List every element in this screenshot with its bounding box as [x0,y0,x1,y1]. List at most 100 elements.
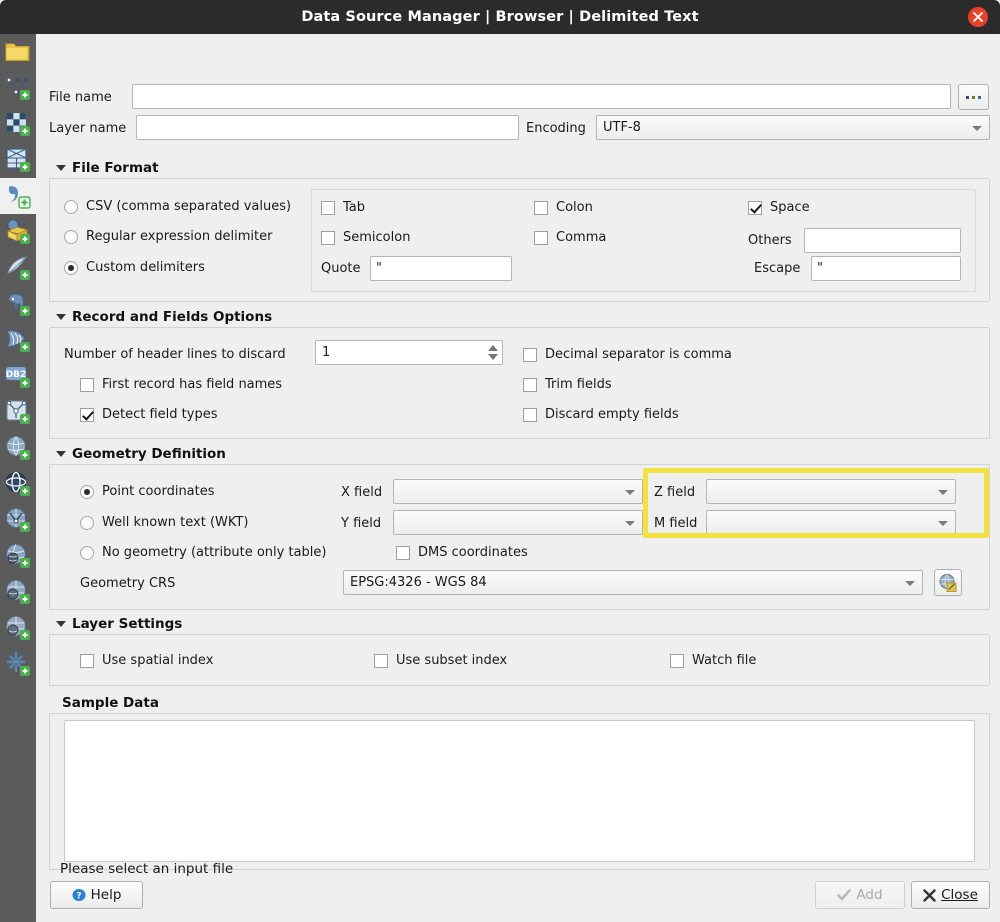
globe-arcgis-feature-add-icon [5,615,31,641]
radio-point-coordinates[interactable]: Point coordinates [80,484,215,499]
sidebar-item-wcs[interactable] [0,466,36,502]
check-tab[interactable]: Tab [321,200,365,215]
spin-down-icon[interactable] [488,354,498,360]
select-crs-button[interactable] [934,569,962,596]
sample-data-table[interactable] [64,720,975,862]
vector-add-icon [5,75,31,101]
sidebar-item-postgresql[interactable] [0,286,36,322]
check-first-record-field-names[interactable]: First record has field names [80,377,282,392]
sidebar-item-spatialite[interactable] [0,250,36,286]
checkbox-indicator [80,408,94,422]
check-watch-file[interactable]: Watch file [670,653,756,668]
check-first-record-label: First record has field names [102,377,282,392]
check-spatial-index-label: Use spatial index [102,653,213,668]
spin-up-icon[interactable] [488,345,498,351]
radio-no-geometry[interactable]: No geometry (attribute only table) [80,545,326,560]
z-field-combo[interactable] [706,479,956,504]
close-label-text: Close [941,887,978,903]
delimited-text-panel: File name Layer name Encoding UTF-8 File… [36,34,1000,922]
file-format-header[interactable]: File Format [56,160,159,176]
sidebar-item-mssql[interactable] [0,322,36,358]
geometry-definition-header[interactable]: Geometry Definition [56,446,226,462]
sidebar-item-ows[interactable] [0,538,36,574]
check-colon[interactable]: Colon [534,200,593,215]
check-tab-label: Tab [343,200,365,215]
checkbox-indicator [670,654,684,668]
geometry-definition-title: Geometry Definition [72,446,226,462]
help-button[interactable]: ? Help [50,881,143,909]
source-type-sidebar[interactable]: DB2 [0,34,36,922]
check-discard-empty-fields[interactable]: Discard empty fields [523,407,679,422]
collapse-triangle-icon [56,451,66,457]
oracle-add-icon [5,399,31,425]
x-field-combo[interactable] [393,479,643,504]
sidebar-item-browser[interactable] [0,34,36,70]
header-lines-label: Number of header lines to discard [64,347,286,362]
sample-data-title: Sample Data [62,695,159,711]
sidebar-item-arcgis-feature[interactable] [0,610,36,646]
check-decimal-separator-comma[interactable]: Decimal separator is comma [523,347,732,362]
check-comma[interactable]: Comma [534,230,606,245]
check-dms-label: DMS coordinates [418,545,528,560]
sidebar-item-vector[interactable] [0,70,36,106]
header-lines-value: 1 [322,345,330,360]
sidebar-item-wfs[interactable] [0,502,36,538]
spin-buttons[interactable] [486,343,500,362]
encoding-label: Encoding [526,121,586,136]
globe-wms-add-icon [5,435,31,461]
file-name-label: File name [49,90,112,105]
close-button[interactable]: Close [911,881,990,909]
check-space[interactable]: Space [748,200,810,215]
sidebar-item-wms[interactable] [0,430,36,466]
check-semicolon[interactable]: Semicolon [321,230,410,245]
checkbox-indicator [321,231,335,245]
quote-input[interactable] [370,256,512,281]
check-dms-coordinates[interactable]: DMS coordinates [396,545,528,560]
geonode-add-icon [5,651,31,677]
db2-add-icon: DB2 [5,363,31,389]
sidebar-item-oracle[interactable] [0,394,36,430]
sidebar-item-geopackage[interactable] [0,214,36,250]
browse-file-button[interactable] [958,84,989,110]
radio-wkt[interactable]: Well known text (WKT) [80,515,248,530]
y-field-combo[interactable] [393,510,643,535]
geometry-crs-combo[interactable]: EPSG:4326 - WGS 84 [343,570,923,595]
checkbox-indicator [321,201,335,215]
check-use-spatial-index[interactable]: Use spatial index [80,653,213,668]
file-name-input[interactable] [132,84,951,109]
others-input[interactable] [804,228,961,253]
sidebar-item-raster[interactable] [0,106,36,142]
m-field-combo[interactable] [706,510,956,535]
sidebar-item-db2[interactable]: DB2 [0,358,36,394]
sidebar-item-arcgis-map[interactable] [0,574,36,610]
checkbox-indicator [396,546,410,560]
checkbox-indicator [523,378,537,392]
header-lines-spinbox[interactable]: 1 [315,340,503,365]
checkbox-indicator [80,378,94,392]
chevron-down-icon [625,521,635,526]
check-trim-fields[interactable]: Trim fields [523,377,612,392]
sidebar-item-geonode[interactable] [0,646,36,682]
radio-regex[interactable]: Regular expression delimiter [64,229,272,244]
check-space-label: Space [770,200,810,215]
radio-wkt-label: Well known text (WKT) [102,515,248,530]
geometry-crs-value: EPSG:4326 - WGS 84 [350,575,487,590]
radio-custom-delimiters[interactable]: Custom delimiters [64,260,205,275]
encoding-combo[interactable]: UTF-8 [596,115,990,140]
window-close-button[interactable] [968,7,988,27]
layer-settings-header[interactable]: Layer Settings [56,616,182,632]
escape-input[interactable] [811,256,961,281]
mesh-add-icon [5,147,31,173]
sidebar-item-mesh[interactable] [0,142,36,178]
add-button[interactable]: Add [815,881,905,909]
layer-name-input[interactable] [136,115,519,140]
svg-text:?: ? [76,892,81,902]
sidebar-item-delimited-text[interactable] [0,178,36,214]
z-field-label: Z field [654,485,695,500]
check-detect-field-types[interactable]: Detect field types [80,407,217,422]
record-fields-title: Record and Fields Options [72,309,272,325]
checkbox-indicator [534,201,548,215]
radio-csv[interactable]: CSV (comma separated values) [64,199,291,214]
record-fields-header[interactable]: Record and Fields Options [56,309,272,325]
check-use-subset-index[interactable]: Use subset index [374,653,507,668]
